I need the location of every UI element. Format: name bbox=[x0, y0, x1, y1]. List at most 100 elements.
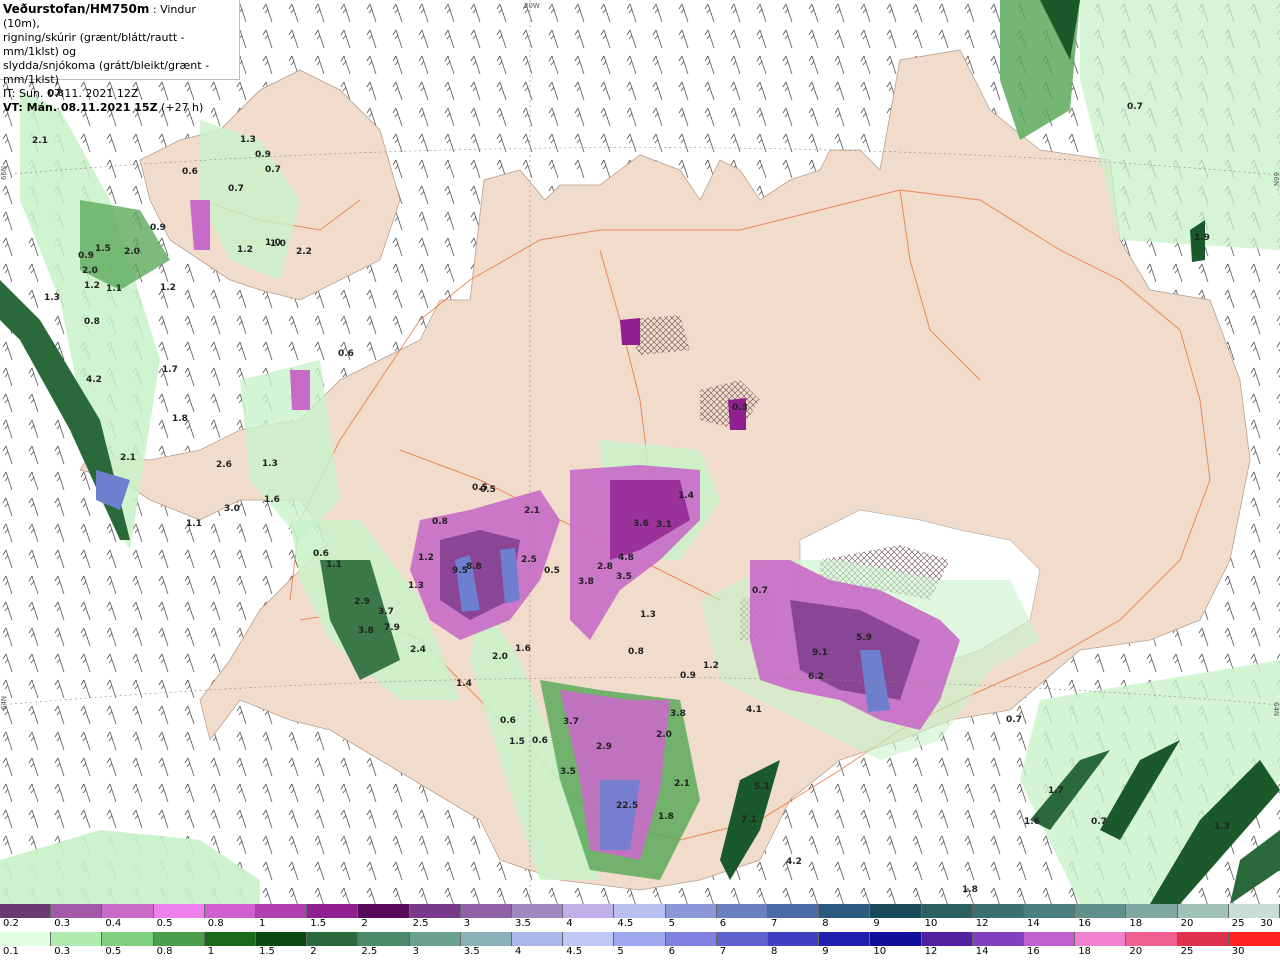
precip-value-label: 2.1 bbox=[524, 506, 540, 516]
legend-swatch bbox=[921, 904, 973, 918]
legend-swatch bbox=[768, 904, 820, 918]
legend-label: 0.3 bbox=[54, 946, 71, 957]
legend-swatch bbox=[358, 904, 410, 918]
precip-value-label: 2.0 bbox=[656, 730, 672, 740]
precip-value-label: 1.2 bbox=[84, 281, 100, 291]
legend-label: 1 bbox=[207, 946, 215, 957]
precip-value-label: 0.8 bbox=[628, 647, 644, 657]
legend-label: 4.5 bbox=[566, 946, 583, 957]
legend-label: 30 bbox=[1260, 918, 1273, 929]
precip-value-label: 1.1 bbox=[326, 560, 342, 570]
precip-value-label: 3.8 bbox=[358, 626, 374, 636]
precip-value-label: 1.6 bbox=[515, 644, 531, 654]
legend-snow-bar bbox=[0, 904, 1280, 918]
precip-value-label: 2.1 bbox=[32, 136, 48, 146]
legend-label: 18 bbox=[1129, 918, 1143, 929]
legend-swatch bbox=[1228, 904, 1280, 918]
precip-value-label: 0.7 bbox=[1127, 102, 1143, 112]
legend-swatch bbox=[204, 932, 257, 946]
legend-label: 10 bbox=[924, 918, 938, 929]
precip-value-label: 1.5 bbox=[509, 737, 525, 747]
precip-value-label: 0.9 bbox=[680, 671, 696, 681]
legend-label: 18 bbox=[1078, 946, 1091, 957]
precip-value-label: 1.7 bbox=[162, 365, 178, 375]
legend-label: 0.5 bbox=[156, 918, 173, 929]
precip-value-label: 0.6 bbox=[338, 349, 354, 359]
graticule-lat-label: 66N bbox=[1272, 172, 1280, 186]
graticule-lon-label: 20W bbox=[524, 2, 540, 10]
precip-value-label: 8.8 bbox=[466, 562, 482, 572]
precip-value-label: 5.9 bbox=[856, 633, 872, 643]
precip-value-label: 4.8 bbox=[618, 553, 634, 563]
legend-swatch bbox=[1024, 904, 1076, 918]
precip-value-label: 2.9 bbox=[354, 597, 370, 607]
description-line: rigning/skúrir (grænt/blátt/rautt - mm/1… bbox=[3, 31, 185, 58]
legend-swatch bbox=[921, 932, 973, 946]
precip-value-label: 0.7 bbox=[265, 165, 281, 175]
precip-value-label: 0.6 bbox=[313, 549, 329, 559]
precip-value-label: 0.6 bbox=[182, 167, 198, 177]
precip-value-label: 1.2 bbox=[237, 245, 253, 255]
precip-value-label: 0.3 bbox=[732, 403, 748, 413]
precip-value-label: 0.6 bbox=[500, 716, 516, 726]
legend-swatch bbox=[153, 904, 205, 918]
legend-swatch bbox=[409, 904, 461, 918]
graticule-lat-label: 66N bbox=[0, 166, 8, 180]
legend-swatch bbox=[1177, 904, 1229, 918]
info-box: Veðurstofan/HM750m : Vindur (10m), rigni… bbox=[0, 0, 240, 114]
legend-label: 7 bbox=[719, 946, 727, 957]
legend-swatch bbox=[819, 932, 871, 946]
precip-value-label: 0.9 bbox=[150, 223, 166, 233]
legend-swatch bbox=[870, 904, 922, 918]
precip-value-label: 3.6 bbox=[633, 519, 649, 529]
legend-label: 30 bbox=[1231, 946, 1245, 957]
legend-swatch bbox=[307, 904, 359, 918]
legend-label: 3.5 bbox=[515, 918, 531, 929]
precip-value-label: 1.1 bbox=[106, 284, 122, 294]
legend-swatch bbox=[204, 904, 257, 918]
model-title: Veðurstofan/HM750m bbox=[3, 2, 150, 16]
precip-value-label: 1.6 bbox=[1024, 817, 1040, 827]
precip-value-label: 0.7 bbox=[1006, 715, 1022, 725]
legend-label: 10 bbox=[873, 946, 887, 957]
precip-value-label: 1.3 bbox=[1214, 822, 1230, 832]
legend-label: 1.5 bbox=[310, 918, 327, 929]
legend-swatch bbox=[614, 932, 666, 946]
precip-value-label: 3.5 bbox=[616, 572, 632, 582]
legend-swatch bbox=[716, 932, 769, 946]
legend-label: 4.5 bbox=[617, 918, 634, 929]
legend-swatch bbox=[1228, 932, 1280, 946]
legend-label: 12 bbox=[975, 918, 989, 929]
precip-value-label: 0.5 bbox=[472, 483, 488, 493]
precip-value-label: 1.4 bbox=[456, 679, 472, 689]
legend-label: 8 bbox=[822, 918, 829, 929]
precip-value-label: 7.9 bbox=[384, 623, 400, 633]
legend-label: 2 bbox=[310, 946, 317, 957]
precip-value-label: 2.6 bbox=[216, 460, 232, 470]
precip-value-label: 1.8 bbox=[658, 812, 674, 822]
legend-swatch bbox=[460, 904, 513, 918]
precip-value-label: 0.7 bbox=[228, 184, 244, 194]
precip-value-label: 5.1 bbox=[754, 782, 770, 792]
legend-swatch bbox=[716, 904, 769, 918]
legend-swatch bbox=[614, 904, 666, 918]
precip-value-label: 2.8 bbox=[597, 562, 613, 572]
legend-swatch bbox=[665, 932, 717, 946]
legend-swatch bbox=[512, 904, 564, 918]
legend-label: 9 bbox=[822, 946, 829, 957]
precip-value-label: 2.4 bbox=[410, 645, 426, 655]
precip-value-label: 3.7 bbox=[378, 607, 394, 617]
precip-value-label: 2.1 bbox=[120, 453, 136, 463]
legend-label: 20 bbox=[1129, 946, 1143, 957]
legend-swatch bbox=[1024, 932, 1076, 946]
description-line: slydda/snjókoma (grátt/bleikt/grænt - mm… bbox=[3, 59, 210, 86]
legend-label: 16 bbox=[1027, 946, 1040, 957]
legend-label: 7 bbox=[771, 918, 778, 929]
legend-swatch bbox=[0, 932, 52, 946]
legend-label: 12 bbox=[924, 946, 938, 957]
graticule-lat-label: 64N bbox=[1272, 702, 1280, 716]
precip-value-label: 22.5 bbox=[616, 801, 638, 811]
legend-swatch bbox=[1075, 904, 1127, 918]
precip-value-label: 1.2 bbox=[160, 283, 176, 293]
legend-label: 0.5 bbox=[105, 946, 122, 957]
